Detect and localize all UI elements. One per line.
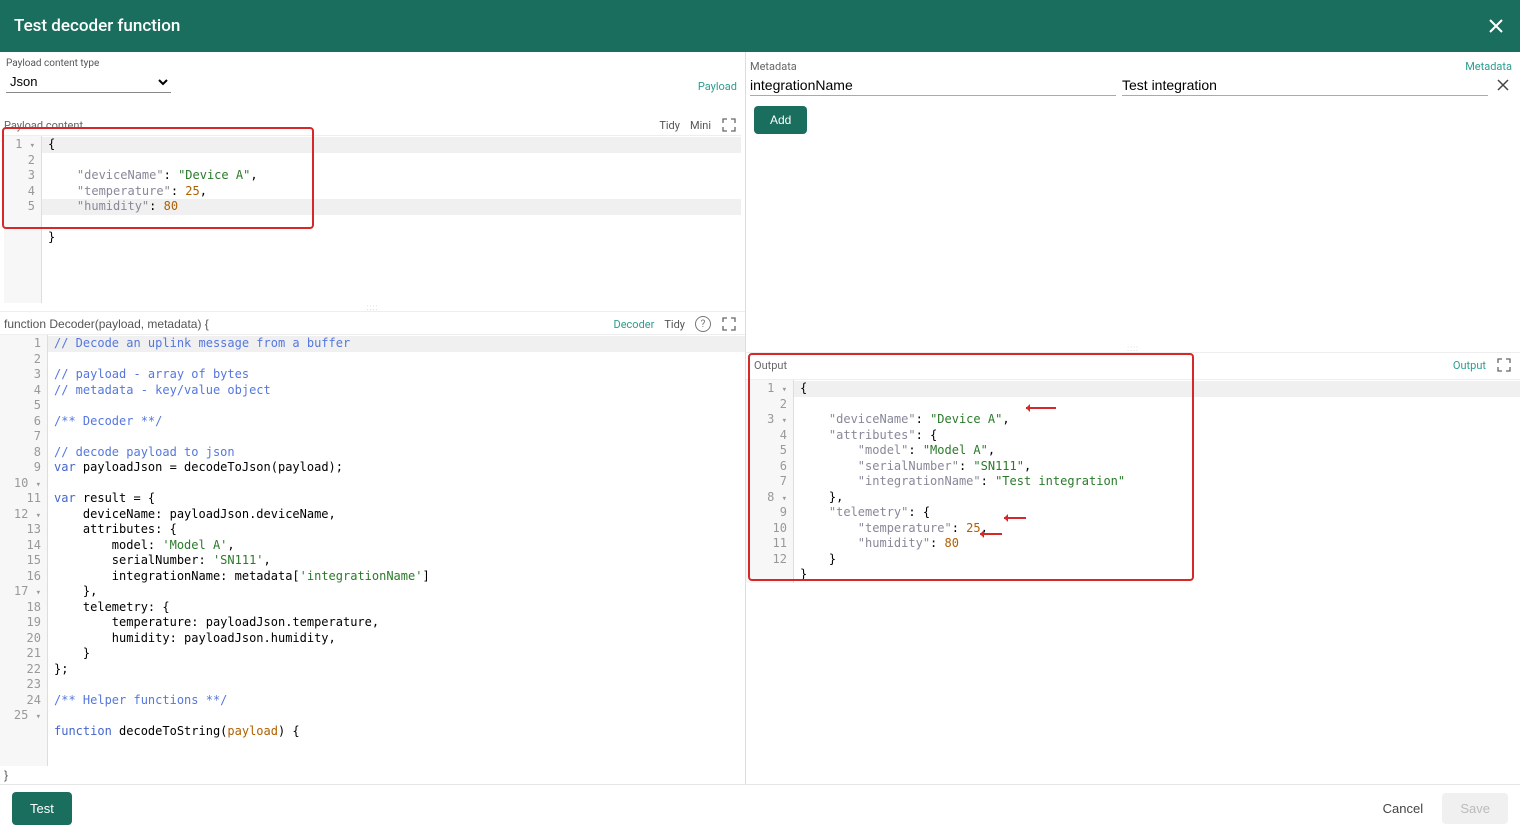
payload-editor[interactable]: 1 ▾2345 { "deviceName": "Device A", "tem… <box>4 133 741 303</box>
output-viewer: 1 ▾23 ▾45678 ▾9101112 { "deviceName": "D… <box>746 379 1520 583</box>
decoder-close-brace: } <box>0 766 745 784</box>
payload-link[interactable]: Payload <box>698 80 737 93</box>
decoder-tidy-button[interactable]: Tidy <box>664 318 685 331</box>
drag-handle[interactable]: :::: <box>0 303 745 311</box>
annotation-arrow <box>980 533 1002 535</box>
annotation-arrow <box>1026 407 1056 409</box>
metadata-key-input[interactable] <box>750 73 1116 96</box>
metadata-remove-icon[interactable] <box>1494 76 1512 94</box>
output-link[interactable]: Output <box>1453 359 1486 372</box>
dialog-header: Test decoder function <box>0 0 1520 52</box>
close-icon[interactable] <box>1486 16 1506 36</box>
payload-content-type-field: Payload content type Json <box>6 58 171 93</box>
decoder-editor[interactable]: 12345678910 ▾1112 ▾1314151617 ▾181920212… <box>0 334 745 766</box>
save-button: Save <box>1442 793 1508 824</box>
payload-content-label: Payload content <box>4 119 83 132</box>
metadata-add-button[interactable]: Add <box>754 106 807 134</box>
test-button[interactable]: Test <box>12 792 72 825</box>
metadata-link[interactable]: Metadata <box>1465 60 1512 73</box>
fullscreen-icon[interactable] <box>721 117 737 133</box>
decoder-signature: function Decoder(payload, metadata) { <box>4 317 209 331</box>
fullscreen-icon[interactable] <box>1496 357 1512 373</box>
metadata-label: Metadata <box>750 60 797 73</box>
drag-handle[interactable]: :::: <box>746 344 1520 352</box>
dialog-title: Test decoder function <box>14 16 180 36</box>
metadata-value-input[interactable] <box>1122 73 1488 96</box>
cancel-button[interactable]: Cancel <box>1367 793 1439 824</box>
payload-content-type-label: Payload content type <box>6 58 171 69</box>
payload-mini-button[interactable]: Mini <box>690 119 711 132</box>
payload-content-type-select[interactable]: Json <box>6 71 171 93</box>
decoder-link[interactable]: Decoder <box>613 318 654 331</box>
payload-tidy-button[interactable]: Tidy <box>659 119 680 132</box>
dialog-footer: Test Cancel Save <box>0 784 1520 832</box>
output-label: Output <box>754 359 787 372</box>
fullscreen-icon[interactable] <box>721 316 737 332</box>
help-icon[interactable]: ? <box>695 316 711 332</box>
annotation-arrow <box>1004 517 1026 519</box>
